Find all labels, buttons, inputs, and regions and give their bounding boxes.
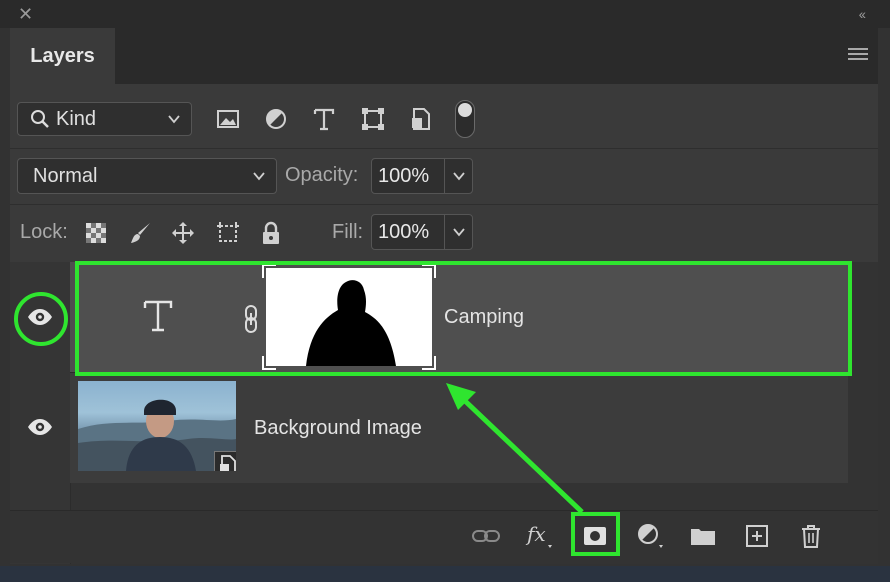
layers-panel: ✕ ‹‹ Layers Kind Normal Opacity: 100% Lo…: [0, 0, 890, 582]
highlight-arrow: [446, 383, 584, 514]
